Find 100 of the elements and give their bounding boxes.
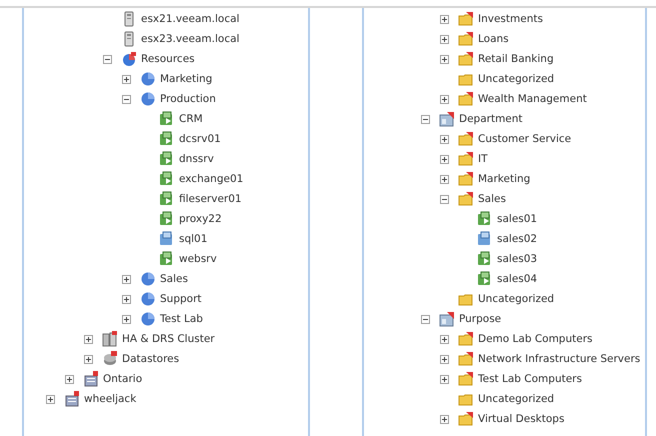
collapse-toggle[interactable] <box>122 94 131 104</box>
tree-item-label[interactable]: Resources <box>141 52 195 66</box>
tree-item-label[interactable]: CRM <box>179 112 203 126</box>
vm-icon <box>477 271 493 287</box>
expand-toggle[interactable] <box>84 354 93 364</box>
expand-toggle[interactable] <box>122 314 131 324</box>
tree-item-label[interactable]: sales01 <box>497 212 538 226</box>
folder-icon <box>458 11 474 27</box>
tree-item-label[interactable]: Retail Banking <box>478 52 554 66</box>
vm-icon <box>159 111 175 127</box>
expand-toggle[interactable] <box>440 14 449 24</box>
tree-item-label[interactable]: Purpose <box>459 312 502 326</box>
vm-icon <box>477 251 493 267</box>
folder-icon <box>458 411 474 427</box>
collapse-toggle[interactable] <box>421 314 430 324</box>
tree-item-label[interactable]: Demo Lab Computers <box>478 332 592 346</box>
tree-item-label[interactable]: websrv <box>179 252 217 266</box>
tree-item-label[interactable]: Uncategorized <box>478 392 554 406</box>
tree-item-label[interactable]: esx23.veeam.local <box>141 32 240 46</box>
collapse-toggle[interactable] <box>440 194 449 204</box>
folder-icon <box>458 191 474 207</box>
pie-chart-icon <box>121 51 137 67</box>
pie-chart-icon <box>140 71 156 87</box>
folder-icon <box>458 331 474 347</box>
tree-item-label[interactable]: Production <box>160 92 216 106</box>
expand-toggle[interactable] <box>46 394 55 404</box>
folder-icon <box>458 371 474 387</box>
category-icon <box>439 111 455 127</box>
tree-item-label[interactable]: fileserver01 <box>179 192 242 206</box>
cluster-icon <box>102 331 118 347</box>
vm-icon <box>159 211 175 227</box>
expand-toggle[interactable] <box>440 354 449 364</box>
datastore-icon <box>102 351 118 367</box>
tree-item-label[interactable]: sales02 <box>497 232 538 246</box>
folder-icon <box>458 131 474 147</box>
tree-item-label[interactable]: Virtual Desktops <box>478 412 564 426</box>
tree-item-label[interactable]: dcsrv01 <box>179 132 221 146</box>
vm-icon <box>159 131 175 147</box>
expand-toggle[interactable] <box>122 274 131 284</box>
vm-icon <box>159 251 175 267</box>
expand-toggle[interactable] <box>84 334 93 344</box>
folder-icon <box>458 31 474 47</box>
tree-item-label[interactable]: Test Lab Computers <box>478 372 582 386</box>
folder-icon <box>458 151 474 167</box>
tree-item-label[interactable]: exchange01 <box>179 172 244 186</box>
folder-icon <box>458 91 474 107</box>
tree-item-label[interactable]: IT <box>478 152 488 166</box>
tree-item-label[interactable]: Support <box>160 292 202 306</box>
tree-item-label[interactable]: sql01 <box>179 232 208 246</box>
folder-icon <box>458 51 474 67</box>
building-icon <box>83 371 99 387</box>
tree-item-label[interactable]: proxy22 <box>179 212 222 226</box>
expand-toggle[interactable] <box>122 294 131 304</box>
tree-item-label[interactable]: Loans <box>478 32 509 46</box>
pie-chart-icon <box>140 291 156 307</box>
tree-item-label[interactable]: sales04 <box>497 272 538 286</box>
expand-toggle[interactable] <box>440 374 449 384</box>
tree-item-label[interactable]: Sales <box>160 272 188 286</box>
pie-chart-icon <box>140 271 156 287</box>
tree-item-label[interactable]: Marketing <box>160 72 212 86</box>
expand-toggle[interactable] <box>440 414 449 424</box>
building-icon <box>64 391 80 407</box>
tree-item-label[interactable]: Sales <box>478 192 506 206</box>
tree-item-label[interactable]: Network Infrastructure Servers <box>478 352 640 366</box>
expand-toggle[interactable] <box>440 154 449 164</box>
folder-icon <box>458 351 474 367</box>
expand-toggle[interactable] <box>65 374 74 384</box>
tree-item-label[interactable]: Ontario <box>103 372 142 386</box>
tree-item-label[interactable]: esx21.veeam.local <box>141 12 240 26</box>
pie-chart-icon <box>140 311 156 327</box>
tree-item-label[interactable]: HA & DRS Cluster <box>122 332 215 346</box>
tree-item-label[interactable]: dnssrv <box>179 152 214 166</box>
pie-chart-icon <box>140 91 156 107</box>
vm-icon <box>477 211 493 227</box>
vm-icon <box>159 231 175 247</box>
expand-toggle[interactable] <box>440 54 449 64</box>
folder-icon <box>458 171 474 187</box>
expand-toggle[interactable] <box>440 94 449 104</box>
collapse-toggle[interactable] <box>103 54 112 64</box>
tree-item-label[interactable]: sales03 <box>497 252 538 266</box>
tree-item-label[interactable]: Customer Service <box>478 132 572 146</box>
expand-toggle[interactable] <box>440 134 449 144</box>
tree-item-label[interactable]: Wealth Management <box>478 92 587 106</box>
tree-item-label[interactable]: Uncategorized <box>478 292 554 306</box>
tree-item-label[interactable]: Investments <box>478 12 543 26</box>
vm-icon <box>159 151 175 167</box>
expand-toggle[interactable] <box>440 34 449 44</box>
tree-item-label[interactable]: Department <box>459 112 523 126</box>
tree-item-label[interactable]: Marketing <box>478 172 530 186</box>
category-icon <box>439 311 455 327</box>
expand-toggle[interactable] <box>122 74 131 84</box>
tree-item-label[interactable]: Test Lab <box>160 312 203 326</box>
tree-item-label[interactable]: Uncategorized <box>478 72 554 86</box>
expand-toggle[interactable] <box>440 174 449 184</box>
expand-toggle[interactable] <box>440 334 449 344</box>
vm-icon <box>477 231 493 247</box>
collapse-toggle[interactable] <box>421 114 430 124</box>
tree-item-label[interactable]: wheeljack <box>84 392 136 406</box>
vm-icon <box>159 171 175 187</box>
tree-item-label[interactable]: Datastores <box>122 352 180 366</box>
